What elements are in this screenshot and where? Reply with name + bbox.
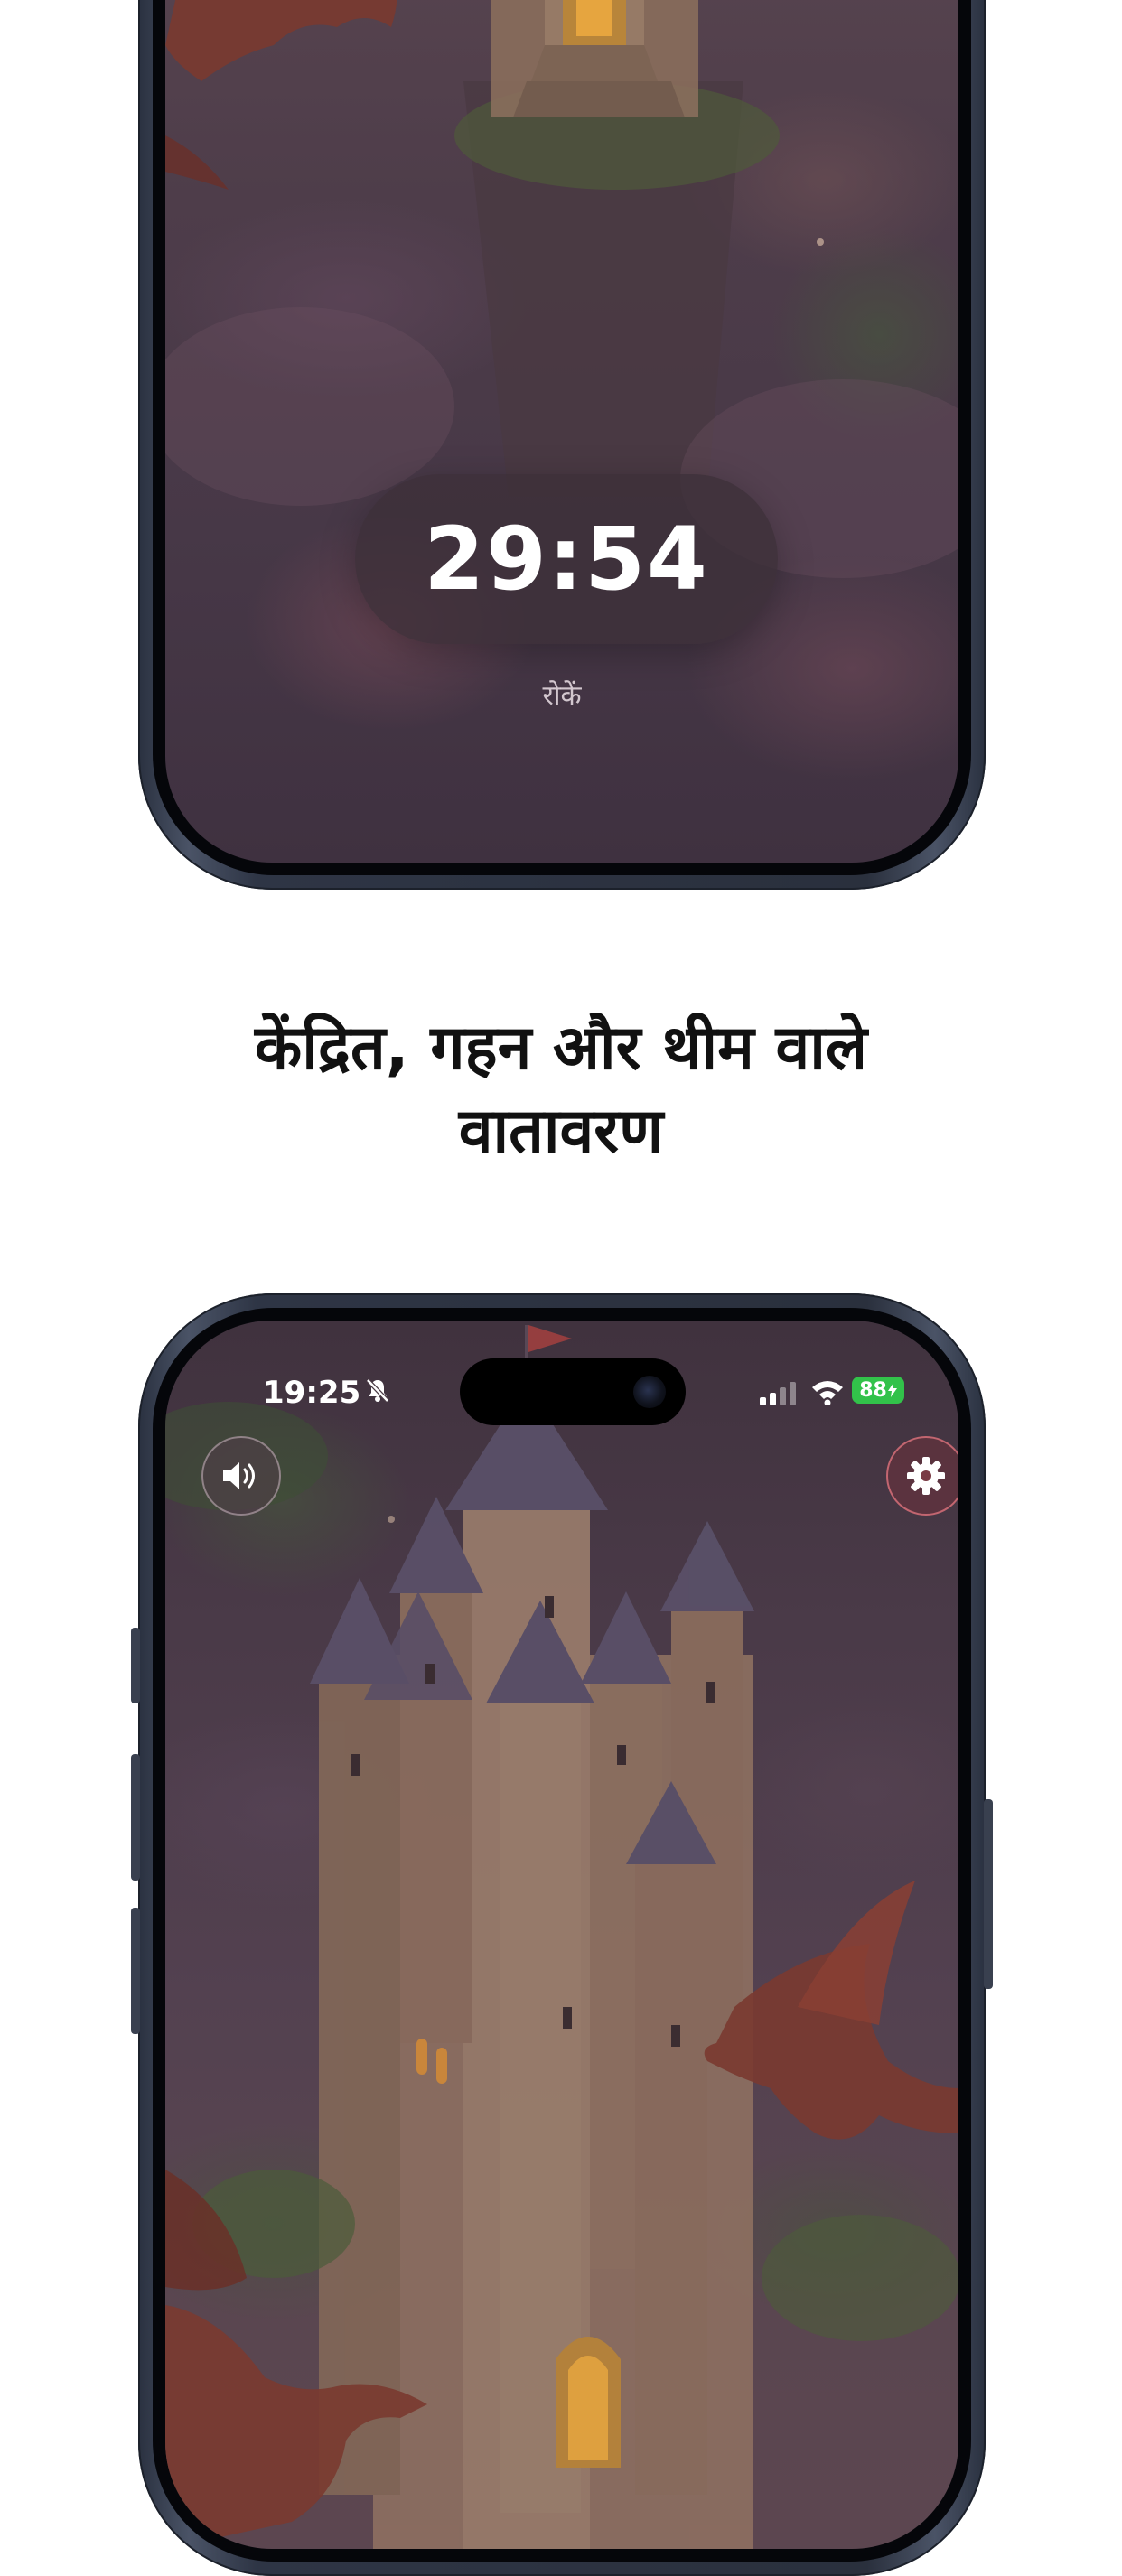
charging-bolt-icon	[887, 1383, 897, 1397]
volume-up-button	[131, 1754, 140, 1881]
front-camera	[633, 1376, 666, 1408]
battery-level: 88	[859, 1378, 887, 1402]
feature-headline: केंद्रित, गहन और थीम वाले वातावरण	[90, 1007, 1032, 1173]
sound-toggle-button[interactable]	[201, 1436, 281, 1516]
headline-line-1: केंद्रित, गहन और थीम वाले	[255, 1013, 867, 1084]
bell-slash-icon	[364, 1377, 391, 1407]
speaker-icon	[223, 1462, 255, 1489]
volume-down-button	[131, 1908, 140, 2034]
castle-wallpaper	[165, 0, 958, 578]
ambience-screen: 19:25 88	[165, 1321, 958, 2549]
power-button	[984, 1799, 993, 1989]
settings-button[interactable]	[886, 1436, 958, 1516]
battery-indicator: 88	[852, 1377, 904, 1404]
timer-pill[interactable]: 29:54	[355, 474, 778, 644]
marketing-page: 29:54 रोकें केंद्रित, गहन और थीम वाले वा…	[0, 0, 1122, 2576]
gear-icon	[907, 1457, 945, 1495]
headline-line-2: वातावरण	[458, 1096, 664, 1167]
cellular-signal-icon	[760, 1382, 799, 1409]
wifi-icon	[810, 1378, 845, 1409]
status-bar-time: 19:25	[263, 1375, 361, 1411]
castle-wallpaper	[165, 1325, 958, 2549]
phone-mockup-bottom: 19:25 88	[131, 1293, 993, 2576]
phone-mockup-top: 29:54 रोकें	[138, 0, 986, 890]
stop-button[interactable]: रोकें	[165, 676, 958, 713]
timer-countdown: 29:54	[424, 509, 709, 610]
dynamic-island	[460, 1358, 686, 1425]
action-button	[131, 1628, 140, 1703]
timer-screen: 29:54 रोकें	[165, 0, 958, 863]
